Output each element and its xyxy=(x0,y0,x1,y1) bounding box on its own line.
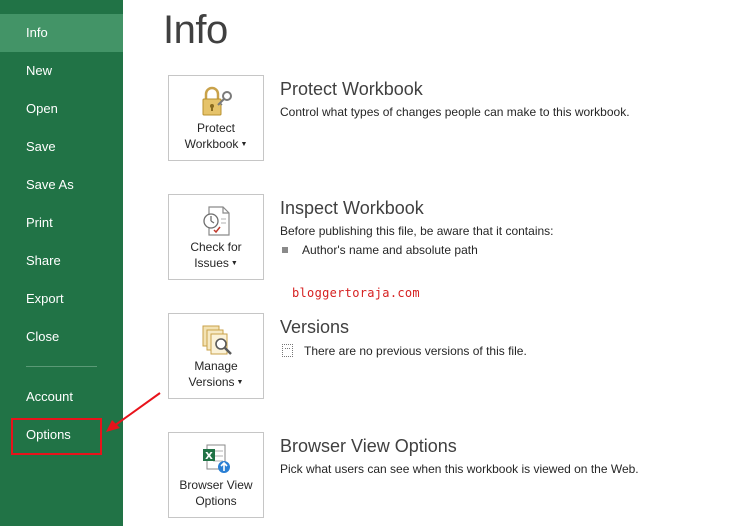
tile-label-line2: Options xyxy=(195,494,237,508)
sidebar-item-export[interactable]: Export xyxy=(0,280,123,318)
sidebar-item-save-as[interactable]: Save As xyxy=(0,166,123,204)
dropdown-caret-icon: ▼ xyxy=(230,260,238,267)
browser-view-options-title: Browser View Options xyxy=(280,436,457,456)
browser-view-options-button[interactable]: X Browser View Options xyxy=(168,432,264,518)
check-for-issues-button[interactable]: Check for Issues ▼ xyxy=(168,194,264,280)
tile-label-line1: Check for xyxy=(190,240,242,254)
tile-label-line1: Browser View xyxy=(179,478,253,492)
lock-key-icon xyxy=(202,86,232,116)
bullet-icon xyxy=(282,247,288,253)
document-icon xyxy=(282,344,293,357)
dropdown-caret-icon: ▼ xyxy=(236,379,244,386)
inspect-workbook-description: Before publishing this file, be aware th… xyxy=(280,224,554,238)
tile-label-line1: Manage xyxy=(194,359,238,373)
inspect-bullet-item: Author's name and absolute path xyxy=(282,243,478,257)
tile-label-line2: Workbook ▼ xyxy=(184,137,248,151)
page-title: Info xyxy=(163,8,228,52)
tile-label-line2: Issues ▼ xyxy=(194,256,238,270)
tile-label-line1: Protect xyxy=(196,121,235,135)
protect-workbook-button[interactable]: Protect Workbook ▼ xyxy=(168,75,264,161)
annotation-arrow xyxy=(106,392,161,432)
sidebar-item-new[interactable]: New xyxy=(0,52,123,90)
sidebar-item-close[interactable]: Close xyxy=(0,318,123,356)
tile-label-line2: Versions ▼ xyxy=(188,375,244,389)
sidebar-divider xyxy=(26,366,97,367)
sidebar-item-print[interactable]: Print xyxy=(0,204,123,242)
protect-workbook-description: Control what types of changes people can… xyxy=(280,105,630,119)
browser-view-options-description: Pick what users can see when this workbo… xyxy=(280,462,639,476)
sidebar-item-share[interactable]: Share xyxy=(0,242,123,280)
sidebar-item-open[interactable]: Open xyxy=(0,90,123,128)
manage-versions-button[interactable]: Manage Versions ▼ xyxy=(168,313,264,399)
protect-workbook-title: Protect Workbook xyxy=(280,79,423,99)
svg-text:X: X xyxy=(205,451,213,462)
manage-versions-icon xyxy=(202,325,232,355)
options-highlight-box xyxy=(11,418,102,455)
watermark-text: bloggertoraja.com xyxy=(292,286,420,300)
versions-title: Versions xyxy=(280,317,350,337)
excel-web-icon: X xyxy=(203,444,230,473)
inspect-workbook-title: Inspect Workbook xyxy=(280,198,424,218)
checklist-icon xyxy=(203,206,230,236)
dropdown-caret-icon: ▼ xyxy=(240,141,248,148)
sidebar-item-info[interactable]: Info xyxy=(0,14,123,52)
backstage-sidebar: Info New Open Save Save As Print Share E… xyxy=(0,0,123,526)
sidebar-item-save[interactable]: Save xyxy=(0,128,123,166)
versions-status: There are no previous versions of this f… xyxy=(282,344,527,358)
